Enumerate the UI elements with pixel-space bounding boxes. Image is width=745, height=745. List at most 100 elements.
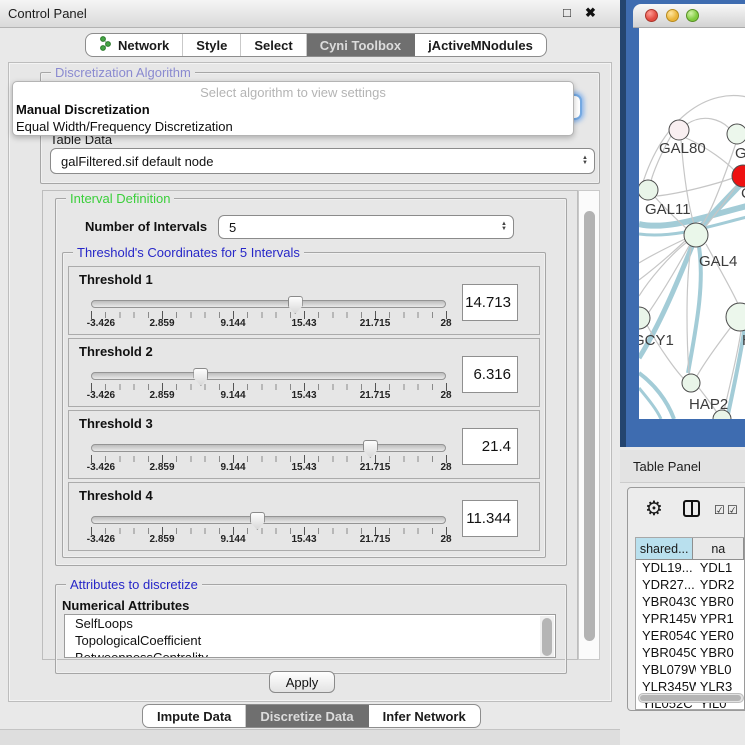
tab-style[interactable]: Style [183,34,241,56]
list-item[interactable]: TopologicalCoefficient [65,632,555,649]
threshold-2-panel: Threshold 2 -3.426 2.859 9.144 15.43 21.… [68,338,540,407]
threshold-4-panel: Threshold 4 -3.426 2.859 9.144 15.43 21.… [68,482,540,551]
algorithm-option-equal-width[interactable]: Equal Width/Frequency Discretization [16,119,570,136]
cell[interactable]: YPR1 [696,611,744,628]
list-item[interactable]: BetweennessCentrality [65,649,555,658]
apply-button[interactable]: Apply [269,671,335,693]
cell[interactable]: YBR0 [696,645,744,662]
network-window-titlebar[interactable] [633,4,745,28]
algorithm-option-manual[interactable]: Manual Discretization [16,102,570,119]
tab-label: Select [254,38,292,53]
node-hap2 [682,374,700,392]
tab-infer-network[interactable]: Infer Network [369,705,480,727]
table-row[interactable]: YBL079W YBL0 [636,662,744,679]
numerical-attributes-label: Numerical Attributes [62,598,189,613]
table-data-combobox[interactable]: galFiltered.sif default node ▲▼ [50,148,595,174]
threshold-2-slider[interactable] [91,372,446,380]
close-traffic-light-icon[interactable] [645,9,658,22]
checkbox-icon[interactable]: ☑ [727,503,738,517]
tab-cyni-toolbox[interactable]: Cyni Toolbox [307,34,415,56]
column-header-name[interactable]: na [693,538,744,559]
tab-discretize-data[interactable]: Discretize Data [246,705,368,727]
stepper-arrows-icon: ▲▼ [495,222,513,232]
minimize-traffic-light-icon[interactable] [666,9,679,22]
tab-select[interactable]: Select [241,34,306,56]
cell[interactable]: YPR145W [636,611,696,628]
algorithm-prompt: Select algorithm to view settings [13,85,573,100]
tab-network[interactable]: Network [86,34,183,56]
node-h [726,303,745,331]
gear-icon[interactable]: ⚙ [645,496,663,521]
numerical-attributes-list[interactable]: SelfLoops TopologicalCoefficient Between… [64,614,556,658]
table-panel-title: Table Panel [633,459,701,474]
node-red-selected [732,165,745,187]
table-row[interactable]: YPR145W YPR1 [636,611,744,628]
cell[interactable]: YBR0 [696,594,744,611]
node-partial-top-right [727,124,745,144]
table-row[interactable]: YDR27... YDR2 [636,577,744,594]
cell[interactable]: YBR043C [636,594,696,611]
threshold-1-slider[interactable] [91,300,446,308]
checkbox-icon[interactable]: ☑ [714,503,725,517]
number-of-intervals-spinner[interactable]: 5 ▲▼ [218,215,514,239]
threshold-label: Threshold 3 [79,416,153,431]
node-label: HAP2 [689,396,728,413]
table-data-value: galFiltered.sif default node [51,154,576,169]
split-columns-icon[interactable] [683,500,700,517]
group-title: Threshold's Coordinates for 5 Intervals [73,245,304,260]
threshold-2-value-field[interactable]: 6.316 [462,356,518,393]
threshold-3-slider[interactable] [91,444,446,452]
list-item[interactable]: SelfLoops [65,615,555,632]
network-icon [99,36,112,54]
node-gal80 [669,120,689,140]
node-table: shared... na YDL19... YDL1 YDR27... YDR2… [635,537,744,710]
horizontal-scrollbar[interactable] [638,693,744,703]
panel-title: Control Panel [8,6,87,21]
vertical-scrollbar[interactable] [578,190,600,660]
zoom-traffic-light-icon[interactable] [686,9,699,22]
node-label: G. [735,145,745,162]
node-gal4 [684,223,708,247]
scrollbar-thumb[interactable] [584,211,595,641]
cell[interactable]: YDR2 [696,577,744,594]
scrollbar-thumb[interactable] [640,695,741,701]
scrollbar-thumb[interactable] [542,618,552,656]
network-canvas[interactable]: GAL80 G. C GAL11 GAL4 GCY1 H HAP2 [639,28,745,419]
table-row[interactable]: YBR043C YBR0 [636,594,744,611]
cell[interactable]: YER054C [636,628,696,645]
threshold-3-value-field[interactable]: 21.4 [462,428,518,465]
cell[interactable]: YBR045C [636,645,696,662]
threshold-1-panel: Threshold 1 -3.426 2.859 9.144 15.43 21.… [68,266,540,335]
threshold-label: Threshold 2 [79,344,153,359]
threshold-4-slider[interactable] [91,516,446,524]
close-icon[interactable]: ✖ [585,5,596,21]
float-window-icon[interactable]: □ [563,5,571,20]
tab-jactivemnodules[interactable]: jActiveMNodules [415,34,546,56]
column-header-shared-name[interactable]: shared... [636,538,693,559]
slider-tick-labels: -3.426 2.859 9.144 15.43 21.715 28 [91,534,446,546]
list-scrollbar[interactable] [540,616,554,658]
node-label: GAL80 [659,140,706,157]
slider-tick-labels: -3.426 2.859 9.144 15.43 21.715 28 [91,462,446,474]
cell[interactable]: YDR27... [636,577,696,594]
tab-label: Discretize Data [260,709,353,724]
tab-impute-data[interactable]: Impute Data [143,705,246,727]
table-row[interactable]: YER054C YER0 [636,628,744,645]
cell[interactable]: YBL0 [696,662,744,679]
table-panel-window: ⚙ ☑ ☑ shared... na YDL19... YDL1 YDR27..… [627,487,745,711]
threshold-1-value-field[interactable]: 14.713 [462,284,518,321]
cell[interactable]: YBL079W [636,662,696,679]
cell[interactable]: YDL19... [636,560,696,577]
table-row[interactable]: YBR045C YBR0 [636,645,744,662]
network-view-window: GAL80 G. C GAL11 GAL4 GCY1 H HAP2 [620,0,745,447]
table-row[interactable]: YDL19... YDL1 [636,560,744,577]
status-strip [0,729,620,745]
node-gcy1 [639,307,650,329]
cell[interactable]: YDL1 [696,560,744,577]
number-of-intervals-label: Number of Intervals [85,219,207,234]
control-panel-tabbar: Network Style Select Cyni Toolbox jActiv… [85,33,547,57]
threshold-4-value-field[interactable]: 11.344 [462,500,518,537]
cell[interactable]: YER0 [696,628,744,645]
number-of-intervals-value: 5 [219,220,495,235]
group-title: Attributes to discretize [66,577,202,592]
